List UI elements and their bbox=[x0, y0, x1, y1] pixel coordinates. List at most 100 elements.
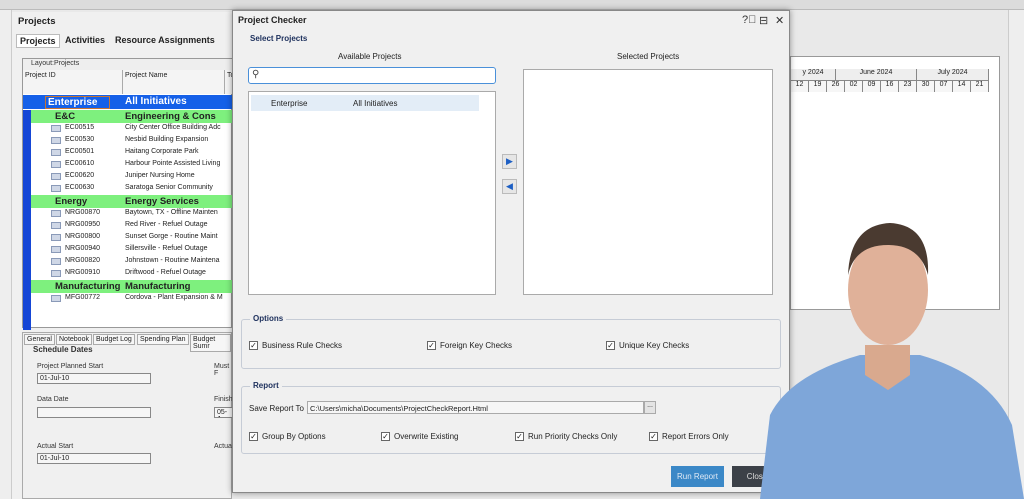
tree-row-project[interactable]: EC00610 Harbour Pointe Assisted Living bbox=[31, 159, 233, 171]
folder-icon bbox=[51, 185, 61, 192]
business-rule-checks-checkbox[interactable]: ✓ Business Rule Checks bbox=[249, 341, 342, 350]
row-name: All Initiatives bbox=[125, 96, 187, 107]
tree-row-project[interactable]: NRG00910 Driftwood - Refuel Outage bbox=[31, 268, 233, 280]
actual-start-field[interactable]: 01-Jul-10 bbox=[37, 453, 151, 464]
row-name: Driftwood - Refuel Outage bbox=[125, 269, 206, 276]
dialog-title: Project Checker bbox=[238, 15, 307, 25]
folder-icon bbox=[51, 270, 61, 277]
checkbox-icon: ✓ bbox=[515, 432, 524, 441]
tree-row-project[interactable]: EC00501 Haitang Corporate Park bbox=[31, 147, 233, 159]
group-by-options-checkbox[interactable]: ✓ Group By Options bbox=[249, 432, 326, 441]
presenter-video-overlay bbox=[760, 223, 1024, 499]
options-heading: Options bbox=[250, 314, 287, 323]
planned-start-field[interactable]: 01-Jul-10 bbox=[37, 373, 151, 384]
tree-row-project[interactable]: EC00630 Saratoga Senior Community bbox=[31, 183, 233, 195]
row-id: NRG00910 bbox=[65, 269, 101, 276]
item-id: Enterprise bbox=[271, 99, 308, 108]
label: Business Rule Checks bbox=[262, 341, 343, 350]
select-projects-heading: Select Projects bbox=[250, 34, 308, 43]
tree-row-project[interactable]: MFG00772 Cordova - Plant Expansion & M bbox=[31, 293, 233, 305]
row-id: EC00501 bbox=[65, 148, 95, 155]
left-toolbar bbox=[0, 10, 12, 499]
tab-notebook[interactable]: Notebook bbox=[56, 334, 92, 345]
search-input[interactable]: ⚲ bbox=[248, 67, 496, 84]
tree-row-project[interactable]: NRG00940 Sillersville - Refuel Outage bbox=[31, 244, 233, 256]
report-group bbox=[241, 386, 781, 454]
remove-arrow-button[interactable]: ◀ bbox=[502, 179, 517, 194]
tree-row-project[interactable]: NRG00820 Johnstown - Routine Maintena bbox=[31, 256, 233, 268]
month-may: y 2024 bbox=[791, 69, 836, 80]
tree-row-project[interactable]: NRG00950 Red River - Refuel Outage bbox=[31, 220, 233, 232]
tree-row-project[interactable]: NRG00800 Sunset Gorge - Routine Maint bbox=[31, 232, 233, 244]
checkbox-icon: ✓ bbox=[427, 341, 436, 350]
restore-icon[interactable]: ⊟ bbox=[759, 14, 768, 27]
tab-activities[interactable]: Activities bbox=[62, 34, 108, 46]
search-icon: ⚲ bbox=[252, 69, 260, 80]
actual-start-label: Actual Start bbox=[37, 443, 74, 450]
tree-row-project[interactable]: EC00530 Nesbid Building Expansion bbox=[31, 135, 233, 147]
label: Group By Options bbox=[262, 432, 326, 441]
label: Overwrite Existing bbox=[394, 432, 459, 441]
day-header: 16 bbox=[881, 80, 899, 92]
overwrite-existing-checkbox[interactable]: ✓ Overwrite Existing bbox=[381, 432, 458, 441]
tab-budget-summary[interactable]: Budget Sumr bbox=[190, 334, 231, 352]
tree-row-project[interactable]: NRG00870 Baytown, TX - Offline Mainten bbox=[31, 208, 233, 220]
help-icon[interactable]: ?⃝ bbox=[742, 14, 756, 26]
tab-general[interactable]: General bbox=[24, 334, 55, 345]
run-priority-checks-checkbox[interactable]: ✓ Run Priority Checks Only bbox=[515, 432, 617, 441]
row-id: NRG00950 bbox=[65, 221, 101, 228]
row-id: EC00610 bbox=[65, 160, 95, 167]
day-header: 02 bbox=[845, 80, 863, 92]
tree-row-group[interactable]: E&C Engineering & Cons bbox=[31, 110, 233, 123]
add-arrow-button[interactable]: ▶ bbox=[502, 154, 517, 169]
browse-button[interactable]: ... bbox=[644, 401, 656, 414]
tab-budget-log[interactable]: Budget Log bbox=[93, 334, 135, 345]
tree-row-project[interactable]: EC00620 Juniper Nursing Home bbox=[31, 171, 233, 183]
tab-projects[interactable]: Projects bbox=[16, 34, 60, 48]
day-header: 26 bbox=[827, 80, 845, 92]
checkbox-icon: ✓ bbox=[249, 341, 258, 350]
row-name: Engineering & Cons bbox=[125, 111, 216, 122]
day-header: 14 bbox=[953, 80, 971, 92]
folder-icon bbox=[51, 125, 61, 132]
projects-panel: Projects Projects Activities Resource As… bbox=[12, 12, 233, 499]
finish-label: Finish bbox=[214, 396, 233, 403]
tree-row-group[interactable]: Energy Energy Services bbox=[31, 195, 233, 208]
data-date-field[interactable] bbox=[37, 407, 151, 418]
item-name: All Initiatives bbox=[353, 99, 398, 108]
row-name: Manufacturing bbox=[125, 281, 191, 292]
foreign-key-checks-checkbox[interactable]: ✓ Foreign Key Checks bbox=[427, 341, 512, 350]
column-project-name[interactable]: Project Name bbox=[123, 70, 225, 94]
row-id: E&C bbox=[55, 111, 76, 122]
layout-label[interactable]: Layout:Projects bbox=[23, 59, 233, 70]
row-name: Sillersville - Refuel Outage bbox=[125, 245, 208, 252]
finish-field[interactable]: 05-Ja bbox=[214, 407, 233, 418]
folder-icon bbox=[51, 173, 61, 180]
run-report-button[interactable]: Run Report bbox=[671, 466, 724, 487]
available-projects-list: Enterprise All Initiatives bbox=[248, 91, 496, 295]
save-path-input[interactable]: C:\Users\micha\Documents\ProjectCheckRep… bbox=[307, 401, 644, 414]
save-report-label: Save Report To bbox=[249, 404, 304, 413]
report-errors-only-checkbox[interactable]: ✓ Report Errors Only bbox=[649, 432, 729, 441]
tree-row-project[interactable]: EC00515 City Center Office Building Adc bbox=[31, 123, 233, 135]
row-name: Haitang Corporate Park bbox=[125, 148, 199, 155]
column-project-id[interactable]: Project ID bbox=[23, 70, 123, 94]
unique-key-checks-checkbox[interactable]: ✓ Unique Key Checks bbox=[606, 341, 689, 350]
planned-start-label: Project Planned Start bbox=[37, 363, 104, 370]
day-header: 19 bbox=[809, 80, 827, 92]
row-id: EC00530 bbox=[65, 136, 95, 143]
row-name: Cordova - Plant Expansion & M bbox=[125, 294, 223, 301]
tree-row-group[interactable]: Manufacturing Manufacturing bbox=[31, 280, 233, 293]
label: Run Priority Checks Only bbox=[528, 432, 618, 441]
must-finish-label: Must F bbox=[214, 363, 230, 377]
report-heading: Report bbox=[250, 381, 282, 390]
close-icon[interactable]: ✕ bbox=[775, 14, 784, 27]
tree-row-enterprise[interactable]: Enterprise All Initiatives bbox=[23, 95, 233, 109]
row-id: Enterprise bbox=[45, 96, 111, 109]
row-name: Red River - Refuel Outage bbox=[125, 221, 208, 228]
available-item-enterprise[interactable]: Enterprise All Initiatives bbox=[251, 95, 479, 111]
tab-resource-assignments[interactable]: Resource Assignments bbox=[112, 34, 218, 46]
panel-title: Projects bbox=[18, 16, 56, 27]
checkbox-icon: ✓ bbox=[649, 432, 658, 441]
tab-spending-plan[interactable]: Spending Plan bbox=[137, 334, 189, 345]
